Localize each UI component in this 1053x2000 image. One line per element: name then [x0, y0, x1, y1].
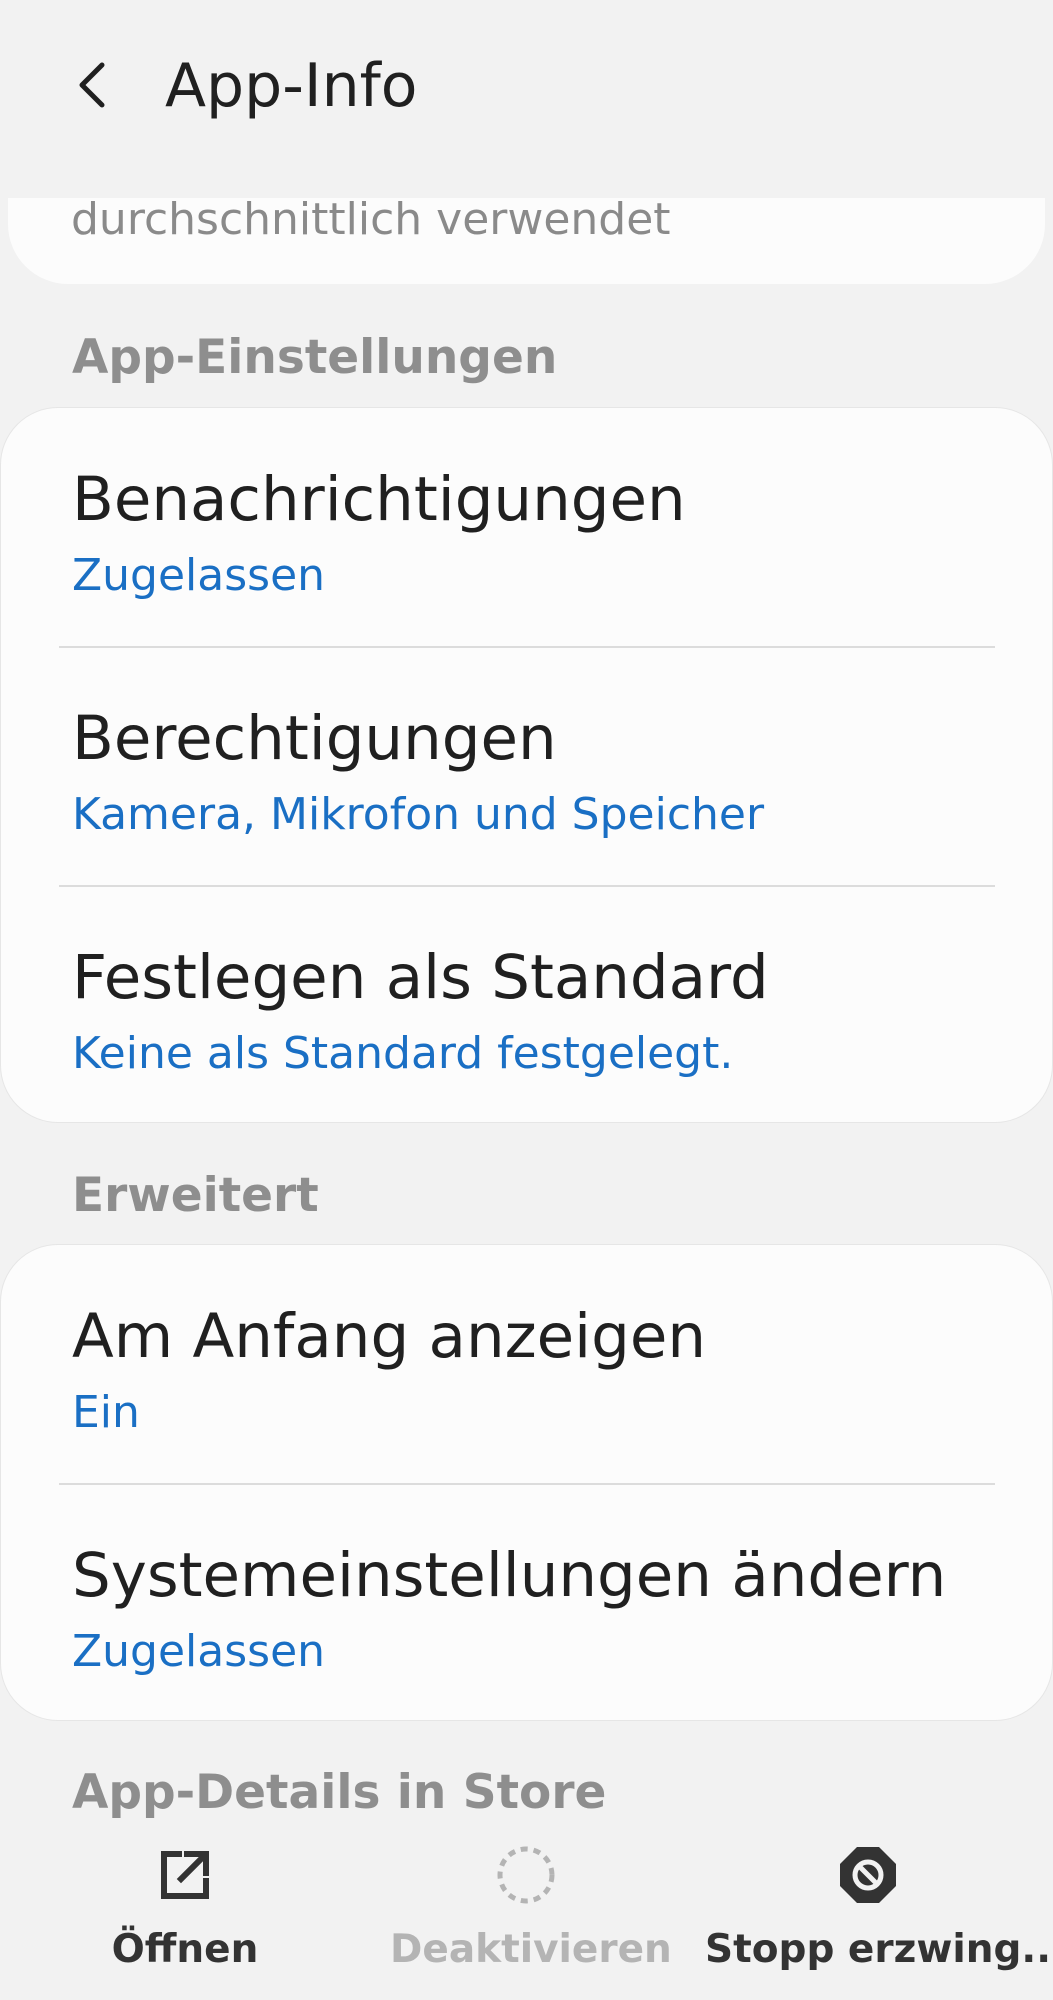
modify-system-settings-status: Zugelassen [72, 1626, 326, 1677]
page-title: App-Info [165, 51, 418, 121]
force-stop-label: Stopp erzwing... [705, 1927, 1053, 1972]
section-title-store: App-Details in Store [72, 1765, 607, 1820]
force-stop-icon [840, 1847, 896, 1903]
set-as-default-item[interactable]: Festlegen als Standard Keine als Standar… [1, 886, 1052, 1122]
disable-label: Deaktivieren [390, 1927, 672, 1972]
usage-summary-card[interactable]: durchschnittlich verwendet [8, 198, 1045, 284]
section-title-app-settings: App-Einstellungen [72, 330, 558, 385]
notifications-item[interactable]: Benachrichtigungen Zugelassen [1, 408, 1052, 646]
disable-button[interactable]: Deaktivieren [390, 1825, 672, 2000]
bottom-action-bar: Öffnen Deaktivieren Stopp erzwing... [0, 1825, 1053, 2000]
permissions-status: Kamera, Mikrofon und Speicher [72, 789, 765, 840]
section-title-advanced: Erweitert [72, 1168, 319, 1223]
open-label: Öffnen [111, 1927, 259, 1972]
open-external-icon [161, 1851, 209, 1899]
app-settings-card: Benachrichtigungen Zugelassen Berechtigu… [0, 407, 1053, 1123]
disable-dashed-circle-icon [497, 1846, 555, 1904]
show-on-top-title: Am Anfang anzeigen [72, 1301, 707, 1372]
notifications-status: Zugelassen [72, 550, 326, 601]
open-button[interactable]: Öffnen [80, 1825, 290, 2000]
set-as-default-status: Keine als Standard festgelegt. [72, 1028, 734, 1079]
usage-summary-text: durchschnittlich verwendet [71, 198, 671, 245]
modify-system-settings-title: Systemeinstellungen ändern [72, 1540, 947, 1611]
modify-system-settings-item[interactable]: Systemeinstellungen ändern Zugelassen [1, 1484, 1052, 1720]
force-stop-button[interactable]: Stopp erzwing... [705, 1825, 1053, 2000]
app-bar: App-Info [0, 0, 1053, 175]
show-on-top-item[interactable]: Am Anfang anzeigen Ein [1, 1245, 1052, 1483]
permissions-title: Berechtigungen [72, 703, 557, 774]
permissions-item[interactable]: Berechtigungen Kamera, Mikrofon und Spei… [1, 647, 1052, 885]
show-on-top-status: Ein [72, 1387, 140, 1438]
set-as-default-title: Festlegen als Standard [72, 942, 769, 1013]
back-button[interactable] [60, 45, 124, 125]
advanced-card: Am Anfang anzeigen Ein Systemeinstellung… [0, 1244, 1053, 1721]
chevron-left-icon [79, 62, 105, 108]
notifications-title: Benachrichtigungen [72, 464, 686, 535]
